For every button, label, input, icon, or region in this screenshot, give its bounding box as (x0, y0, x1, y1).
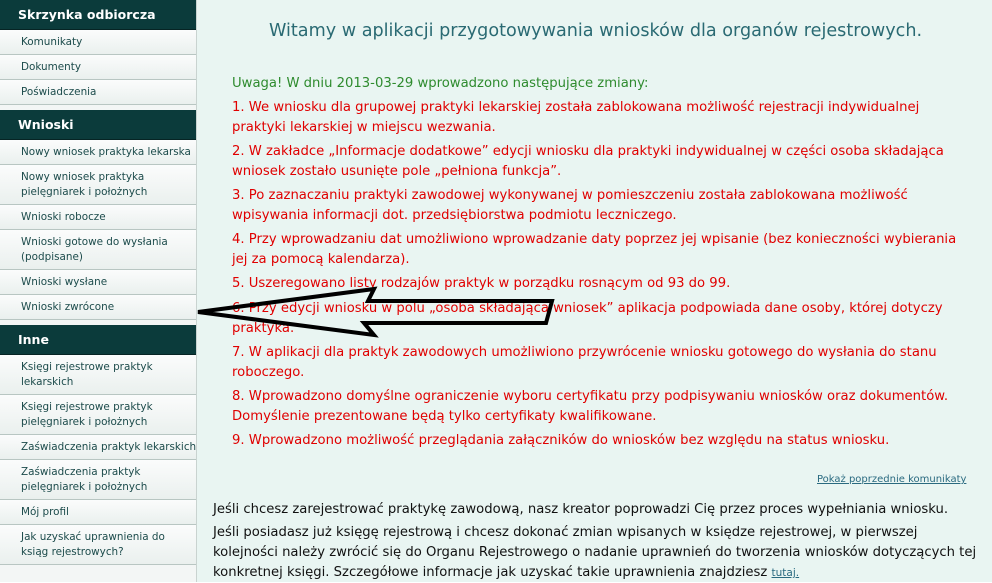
sidebar-item-nursing-certificates[interactable]: Zaświadczenia praktyk pielęgniarek i poł… (0, 460, 196, 500)
sidebar-item-ready-applications[interactable]: Wnioski gotowe do wysłania (podpisane) (0, 230, 196, 270)
list-item: 1. We wniosku dla grupowej praktyki leka… (232, 100, 920, 135)
page-title: Witamy w aplikacji przygotowywania wnios… (269, 21, 923, 41)
notice-intro: Uwaga! W dniu 2013-03-29 wprowadzono nas… (232, 76, 649, 91)
sidebar-item-poswiadczenia[interactable]: Poświadczenia (0, 80, 196, 105)
list-item: 4. Przy wprowadzaniu dat umożliwiono wpr… (232, 232, 957, 267)
sidebar: Skrzynka odbiorcza Komunikaty Dokumenty … (0, 0, 197, 582)
sidebar-item-returned-applications[interactable]: Wnioski zwrócone (0, 295, 196, 320)
list-item: 2. W zakładce „Informacje dodatkowe” edy… (232, 144, 944, 179)
list-item: 7. W aplikacji dla praktyk zawodowych um… (232, 345, 937, 380)
info-text: Jeśli posiadasz już księgę rejestrową i … (213, 525, 977, 580)
sidebar-item-nursing-registers[interactable]: Księgi rejestrowe praktyk pielęgniarek i… (0, 395, 196, 435)
sidebar-item-komunikaty[interactable]: Komunikaty (0, 30, 196, 55)
show-previous-messages-link[interactable]: Pokaż poprzednie komunikaty (817, 474, 966, 485)
here-link[interactable]: tutaj. (772, 567, 800, 579)
info-paragraph-permissions: Jeśli posiadasz już księgę rejestrową i … (213, 523, 978, 583)
list-item: 3. Po zaznaczaniu praktyki zawodowej wyk… (232, 188, 908, 223)
info-paragraph-create: Jeśli chcesz zarejestrować praktykę zawo… (213, 502, 949, 517)
sidebar-item-my-profile[interactable]: Mój profil (0, 500, 196, 525)
sidebar-item-medical-certificates[interactable]: Zaświadczenia praktyk lekarskich (0, 435, 196, 460)
sidebar-item-dokumenty[interactable]: Dokumenty (0, 55, 196, 80)
sidebar-item-new-nursing-application[interactable]: Nowy wniosek praktyka pielęgniarek i poł… (0, 165, 196, 205)
sidebar-item-draft-applications[interactable]: Wnioski robocze (0, 205, 196, 230)
sidebar-item-sent-applications[interactable]: Wnioski wysłane (0, 270, 196, 295)
arrow-annotation-icon (197, 286, 555, 338)
section-header-inbox: Skrzynka odbiorcza (0, 0, 196, 30)
list-item: 9. Wprowadzono możliwość przeglądania za… (232, 433, 890, 448)
sidebar-item-register-permissions-help[interactable]: Jak uzyskać uprawnienia do ksiąg rejestr… (0, 525, 196, 565)
section-header-wnioski: Wnioski (0, 110, 196, 140)
changes-list: 1. We wniosku dla grupowej praktyki leka… (232, 98, 967, 455)
sidebar-item-medical-registers[interactable]: Księgi rejestrowe praktyk lekarskich (0, 355, 196, 395)
list-item: 8. Wprowadzono domyślne ograniczenie wyb… (232, 389, 949, 424)
sidebar-item-new-medical-application[interactable]: Nowy wniosek praktyka lekarska (0, 140, 196, 165)
section-header-inne: Inne (0, 325, 196, 355)
